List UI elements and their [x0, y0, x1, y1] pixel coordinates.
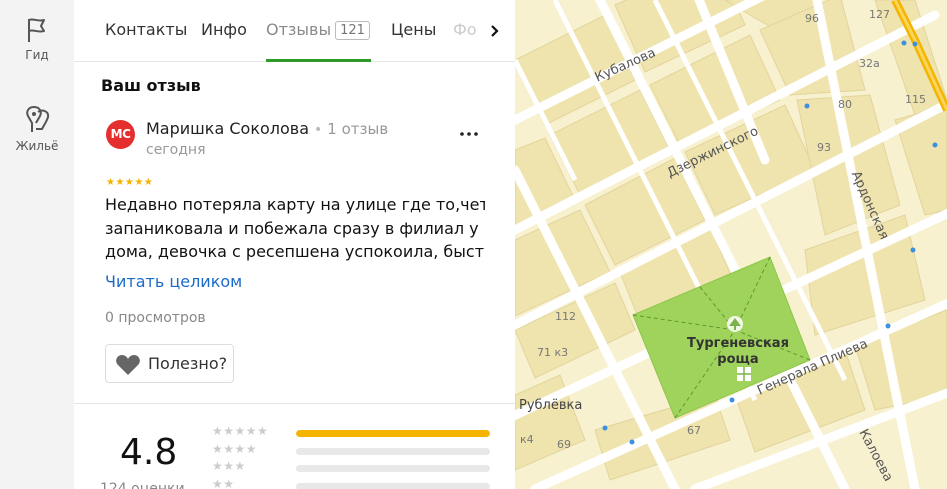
org-panel: Контакты Инфо Отзывы 121 Цены Фо Ваш отзы…	[74, 0, 515, 489]
map-park-label: Тургеневская роща	[687, 336, 789, 368]
rail-guide-label: Гид	[25, 48, 49, 62]
map-house-number: 71 к3	[537, 346, 569, 359]
tab-photos[interactable]: Фо	[453, 20, 477, 39]
map-park-label-line: роща	[717, 352, 759, 367]
map-house-number: к4	[520, 433, 534, 446]
rating-distribution-row: ★★★★	[212, 442, 492, 457]
map-view[interactable]: Кубалова Дзержинского Ардонская Тургенев…	[515, 0, 947, 489]
section-title: Ваш отзыв	[101, 76, 201, 95]
distribution-stars: ★★★	[212, 459, 246, 473]
more-dots-icon	[460, 132, 478, 136]
tab-prices[interactable]: Цены	[391, 20, 436, 39]
author-review-count: 1 отзыв	[327, 120, 389, 138]
map-house-number: 127	[869, 8, 890, 21]
distribution-stars: ★★	[212, 477, 235, 489]
tabs-scroll-right-button[interactable]	[479, 14, 509, 48]
useful-button-label: Полезно?	[148, 354, 228, 373]
review-text-line: дома, девочка с ресепшена успокоила, быс…	[105, 242, 485, 261]
tab-reviews-label: Отзывы	[266, 20, 332, 39]
rail-guide[interactable]: Гид	[0, 16, 74, 62]
housing-icon	[26, 106, 50, 132]
rail-housing-label: Жильё	[15, 139, 59, 153]
review-text-line: запаниковала и побежала сразу в филиал у	[105, 218, 479, 238]
reviews-count-badge: 121	[335, 21, 370, 40]
map-house-number: 32а	[859, 57, 880, 70]
distribution-bar	[296, 430, 490, 437]
distribution-bar	[296, 448, 490, 455]
left-rail: Гид Жильё	[0, 0, 74, 489]
map-house-number: 96	[805, 12, 819, 25]
active-tab-underline	[266, 59, 371, 62]
review-stars: ★★★★★	[106, 177, 154, 188]
rating-distribution-row: ★★	[212, 477, 492, 489]
divider	[74, 403, 515, 404]
avatar[interactable]: МС	[106, 120, 135, 149]
map-house-number: 93	[817, 141, 831, 154]
map-house-number: 69	[557, 438, 571, 451]
tab-bar: Контакты Инфо Отзывы 121 Цены Фо	[74, 0, 515, 62]
rail-housing[interactable]: Жильё	[0, 103, 74, 153]
heart-icon	[116, 355, 140, 375]
review-text-line: Недавно потеряла карту на улице где то,ч…	[105, 195, 485, 214]
map-house-number: 80	[838, 98, 852, 111]
tab-contacts[interactable]: Контакты	[105, 20, 187, 39]
distribution-fill	[296, 430, 490, 437]
rating-distribution-row: ★★★	[212, 459, 492, 474]
rating-distribution-row: ★★★★★	[212, 424, 492, 439]
review-date: сегодня	[146, 142, 206, 158]
distribution-bar	[296, 465, 490, 472]
tab-reviews[interactable]: Отзывы 121	[266, 20, 370, 40]
distribution-bar	[296, 483, 490, 489]
flag-icon	[28, 18, 45, 42]
distribution-stars: ★★★★	[212, 442, 258, 456]
ratings-count: 124 оценки	[100, 481, 185, 489]
distribution-stars: ★★★★★	[212, 424, 269, 438]
review-text: Недавно потеряла карту на улице где то,ч…	[105, 193, 485, 264]
map-house-number: 67	[687, 424, 701, 437]
tab-info[interactable]: Инфо	[201, 20, 247, 39]
read-more-link[interactable]: Читать целиком	[105, 272, 242, 291]
review-author-line: Маришка Соколова • 1 отзыв	[146, 119, 388, 138]
map-place-label: Рублёвка	[519, 398, 583, 413]
map-park-label-line: Тургеневская	[687, 336, 789, 351]
map-house-number: 115	[905, 93, 926, 106]
author-name[interactable]: Маришка Соколова	[146, 119, 309, 138]
map-house-number: 112	[555, 310, 576, 323]
chevron-right-icon	[491, 25, 499, 37]
map-canvas	[515, 0, 947, 489]
separator-dot: •	[314, 122, 323, 138]
useful-button[interactable]: Полезно?	[105, 344, 234, 383]
overall-rating: 4.8	[120, 432, 178, 473]
views-count: 0 просмотров	[105, 310, 206, 326]
more-options-button[interactable]	[457, 124, 481, 144]
